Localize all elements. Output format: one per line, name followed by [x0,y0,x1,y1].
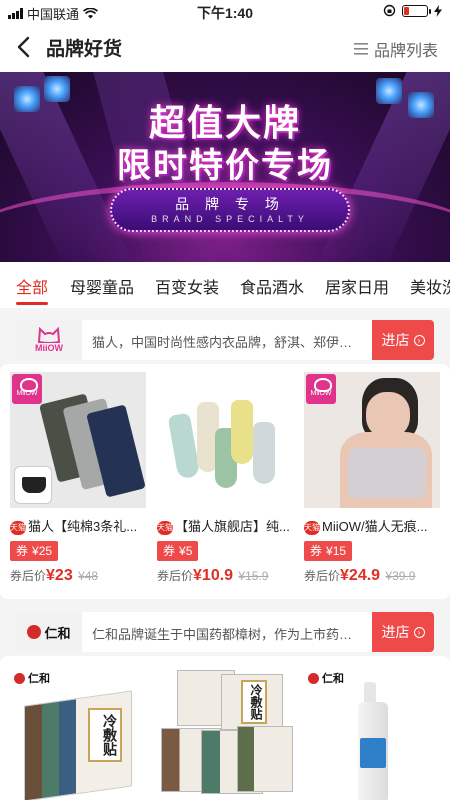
price-row: 券后价¥24.9 ¥39.9 [304,567,416,584]
product-row: 仁和 冷敷贴 冷敷贴 仁和 [0,656,450,800]
list-icon [353,43,368,55]
brand-badge-icon: MiiOW [306,374,336,404]
product-image: MiiOW [10,372,146,508]
banner-subtitle: 限时特价专场 [117,147,333,185]
banner-pill-cn: 品 牌 专 场 [175,196,285,212]
store-logo-text: MiiOW [35,343,63,353]
renhe-logo: 仁和 [308,670,344,686]
original-price: ¥39.9 [385,569,416,583]
tab-women[interactable]: 百变女装 [155,274,219,298]
product-image: 冷敷贴 [157,664,293,800]
enter-store-label: 进店 [381,332,410,348]
product-image: 仁和 冷敷贴 [10,664,146,800]
nav-bar: 品牌好货 品牌列表 [0,22,450,72]
coupon-price: ¥24.9 [340,567,381,584]
renhe-logo: 仁和 [14,670,50,686]
product-image: MiiOW [304,372,440,508]
price-row: 券后价¥23 ¥48 [10,567,99,584]
brand-badge-icon: MiiOW [12,374,42,404]
tmall-badge: 天猫 [304,521,320,535]
promo-banner[interactable]: 超值大牌 限时特价专场 品 牌 专 场 BRAND SPECIALTY [0,72,450,262]
original-price: ¥15.9 [238,569,269,583]
renhe-logo-icon [27,625,42,639]
status-bar: 中国联通 下午1:40 [0,0,450,22]
tab-food[interactable]: 食品酒水 [240,274,304,298]
product-card[interactable]: 仁和 冷敷贴 [10,664,146,800]
page-title: 品牌好货 [46,39,123,60]
category-tabs: 全部 母婴童品 百变女装 食品酒水 居家日用 美妆洗 [0,262,450,308]
tab-baby[interactable]: 母婴童品 [70,274,134,298]
banner-pill: 品 牌 专 场 BRAND SPECIALTY [110,188,350,232]
product-image [157,372,293,508]
product-card[interactable]: MiiOW 天猫 MiiOW/猫人无痕... 券 ¥15 券后价¥24.9 ¥39.… [304,372,440,585]
back-arrow-icon[interactable] [12,34,38,60]
coupon-price: ¥23 [46,567,73,584]
cat-logo-icon [37,327,61,343]
battery-icon [402,4,431,17]
coupon-badge: 券 ¥25 [10,541,59,561]
product-card[interactable]: 冷敷贴 [157,664,293,800]
enter-store-button[interactable]: 进店 › [372,612,434,652]
enter-store-button[interactable]: 进店 › [372,320,434,360]
store-logo-text: 仁和 [44,625,71,641]
product-card[interactable]: 仁和 [304,664,440,800]
product-card[interactable]: 天猫 【猫人旗舰店】纯... 券 ¥5 券后价¥10.9 ¥15.9 [157,372,293,585]
tab-home[interactable]: 居家日用 [325,274,389,298]
coupon-badge: 券 ¥5 [157,541,199,561]
renhe-logo-icon [14,672,25,684]
coupon-badge: 券 ¥15 [304,541,353,561]
tmall-badge: 天猫 [157,521,173,535]
arrow-circle-icon: › [413,334,425,346]
store-card: 仁和 仁和品牌诞生于中国药都樟树，作为上市药企,... 进店 › 仁和 冷敷贴 [0,612,450,800]
product-card[interactable]: MiiOW 天猫 猫人【纯棉3条礼... 券 ¥25 券后价¥23 ¥48 [10,372,146,585]
store-logo[interactable]: MiiOW [16,320,82,360]
renhe-logo: 仁和 [27,623,71,642]
rotation-lock-icon [383,4,396,17]
tab-beauty[interactable]: 美妆洗 [410,274,450,298]
tab-indicator [16,302,48,305]
brand-list-button[interactable]: 品牌列表 [353,37,438,61]
brand-list-label: 品牌列表 [373,43,438,60]
product-name: 天猫 【猫人旗舰店】纯... [157,519,290,535]
renhe-logo-icon [308,672,319,684]
coupon-price: ¥10.9 [193,567,234,584]
product-row: MiiOW 天猫 猫人【纯棉3条礼... 券 ¥25 券后价¥23 ¥48 天猫… [0,364,450,599]
product-image: 仁和 [304,664,440,800]
product-label: 冷敷贴 [241,680,267,724]
original-price: ¥48 [78,569,99,583]
store-card: MiiOW 猫人，中国时尚性感内衣品牌，舒淇、郑伊健、... 进店 › MiiO… [0,320,450,600]
tmall-badge: 天猫 [10,521,26,535]
banner-pill-en: BRAND SPECIALTY [151,214,309,224]
product-name: 天猫 MiiOW/猫人无痕... [304,519,428,535]
charging-icon [434,4,442,17]
tab-all[interactable]: 全部 [16,274,48,298]
store-description: 猫人，中国时尚性感内衣品牌，舒淇、郑伊健、... [92,335,364,350]
arrow-circle-icon: › [413,626,425,638]
store-description: 仁和品牌诞生于中国药都樟树，作为上市药企,... [92,627,364,642]
enter-store-label: 进店 [381,624,410,640]
product-label: 冷敷贴 [88,708,122,762]
price-row: 券后价¥10.9 ¥15.9 [157,567,269,584]
store-logo[interactable]: 仁和 [16,612,82,652]
product-name: 天猫 猫人【纯棉3条礼... [10,519,138,535]
